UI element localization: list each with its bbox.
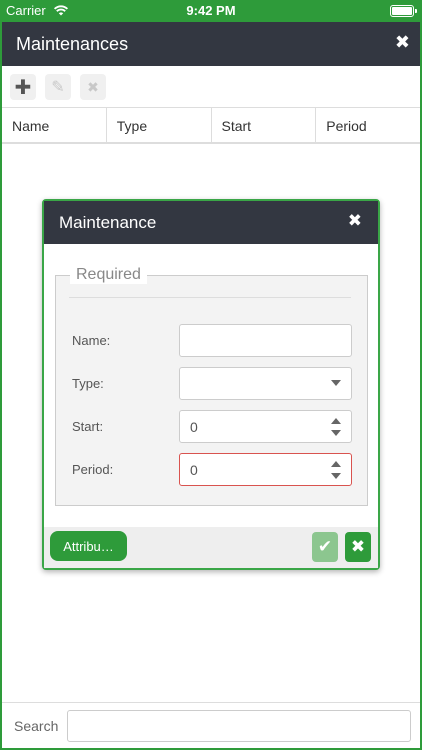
required-fieldset: Required Name: Type: Start: 0 Period: 0 (55, 266, 368, 506)
save-button[interactable]: ✔ (312, 532, 338, 562)
dialog-footer: Attribu… ✔ ✖ (44, 527, 378, 568)
column-header-name[interactable]: Name (2, 108, 107, 142)
search-bar: Search (2, 702, 420, 748)
close-icon: ✖ (87, 78, 99, 95)
window-title: Maintenances (16, 34, 129, 54)
close-icon: ✖ (350, 537, 366, 556)
dialog-title: Maintenance (59, 213, 157, 232)
dialog-header: Maintenance ✖ (44, 201, 378, 244)
spinner-icon[interactable] (331, 461, 341, 479)
add-button[interactable]: ✚ (10, 74, 36, 100)
period-value: 0 (190, 462, 198, 478)
spinner-icon[interactable] (331, 418, 341, 436)
window-close-icon[interactable]: ✖ (395, 32, 410, 53)
required-legend: Required (70, 266, 147, 284)
edit-button[interactable]: ✎ (45, 74, 71, 100)
chevron-down-icon (331, 380, 341, 386)
type-label: Type: (72, 376, 104, 391)
period-label: Period: (72, 462, 114, 477)
clock: 9:42 PM (186, 3, 236, 18)
toolbar: ✚ ✎ ✖ (2, 66, 420, 108)
table-header: Name Type Start Period (2, 108, 420, 144)
status-bar: Carrier 9:42 PM (0, 0, 422, 22)
name-label: Name: (72, 333, 111, 348)
name-field[interactable] (179, 324, 352, 357)
check-icon: ✔ (317, 537, 333, 556)
column-header-type[interactable]: Type (107, 108, 212, 142)
window-header: Maintenances ✖ (2, 22, 420, 66)
attributes-button[interactable]: Attribu… (50, 531, 127, 561)
cancel-button[interactable]: ✖ (345, 532, 371, 562)
dialog-close-icon[interactable]: ✖ (348, 211, 362, 231)
column-header-start[interactable]: Start (212, 108, 317, 142)
start-stepper[interactable]: 0 (179, 410, 352, 443)
search-input[interactable] (67, 710, 411, 742)
type-select[interactable] (179, 367, 352, 400)
delete-button[interactable]: ✖ (80, 74, 106, 100)
maintenance-dialog: Maintenance ✖ Required Name: Type: Start… (42, 199, 380, 570)
search-label: Search (14, 718, 59, 734)
battery-icon (390, 5, 417, 17)
start-value: 0 (190, 419, 198, 435)
period-stepper[interactable]: 0 (179, 453, 352, 486)
plus-icon: ✚ (14, 76, 32, 99)
pencil-icon: ✎ (51, 79, 65, 96)
column-header-period[interactable]: Period (316, 108, 420, 142)
start-label: Start: (72, 419, 104, 434)
legend-divider (69, 297, 351, 298)
